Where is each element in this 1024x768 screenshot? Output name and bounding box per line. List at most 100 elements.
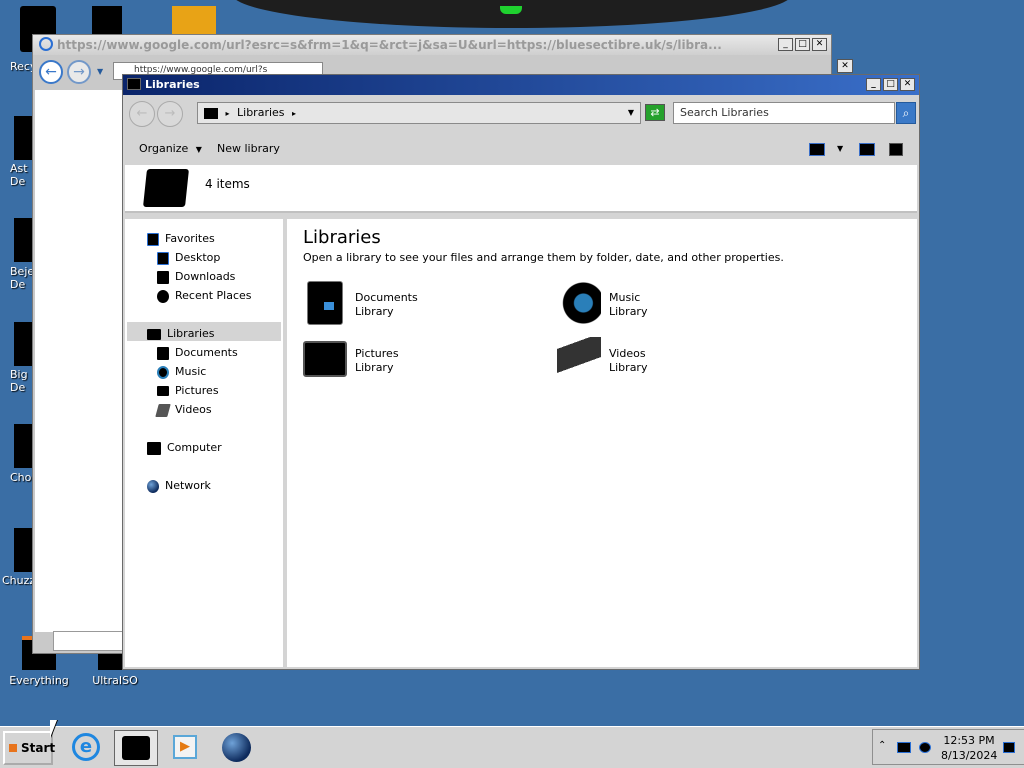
address-dropdown-icon[interactable]: ▼ bbox=[628, 103, 634, 123]
maximize-button[interactable]: □ bbox=[883, 78, 898, 91]
internet-explorer-icon: e bbox=[72, 733, 100, 761]
taskbar-media-player[interactable]: ▶ bbox=[164, 730, 208, 766]
desktop-app-icon-2[interactable] bbox=[14, 218, 34, 262]
page-title: Libraries bbox=[303, 227, 381, 248]
music-icon bbox=[157, 365, 169, 379]
breadcrumb-libraries[interactable]: Libraries bbox=[237, 106, 285, 119]
refresh-icon[interactable]: ⇄ bbox=[645, 104, 665, 121]
volume-icon[interactable] bbox=[919, 742, 931, 753]
library-type: Library bbox=[355, 305, 394, 318]
library-type: Library bbox=[609, 361, 648, 374]
back-icon[interactable]: ← bbox=[39, 60, 63, 84]
taskbar-internet-explorer[interactable]: e bbox=[64, 730, 108, 766]
nav-item-music[interactable]: Music bbox=[157, 362, 206, 381]
search-icon[interactable]: ⌕ bbox=[896, 102, 916, 124]
explorer-icon bbox=[122, 736, 150, 760]
libraries-icon bbox=[204, 107, 218, 119]
tab-close-button[interactable]: ✕ bbox=[837, 59, 853, 73]
library-type: Library bbox=[355, 361, 394, 374]
explorer-nav-bar: ← → ▸ Libraries ▸ ▼ ⇄ Search Libraries ⌕ bbox=[127, 99, 916, 129]
music-library-icon bbox=[557, 281, 601, 325]
organize-label: Organize bbox=[139, 142, 189, 155]
nav-item-videos[interactable]: Videos bbox=[155, 400, 212, 419]
nav-label: Libraries bbox=[167, 327, 215, 340]
close-button[interactable]: ✕ bbox=[900, 78, 915, 91]
taskbar-globe-app[interactable] bbox=[214, 730, 258, 766]
action-center-icon[interactable] bbox=[897, 742, 911, 753]
nav-item-downloads[interactable]: Downloads bbox=[157, 267, 235, 286]
show-hidden-icons-icon[interactable]: ⌃ bbox=[878, 740, 886, 751]
library-item-music[interactable]: Music Library bbox=[557, 281, 757, 327]
nav-item-pictures[interactable]: Pictures bbox=[157, 381, 219, 400]
nav-label: Documents bbox=[175, 346, 238, 359]
documents-library-icon bbox=[307, 281, 343, 325]
desktop-app-icon-4[interactable] bbox=[14, 424, 34, 468]
explorer-title-bar[interactable]: Libraries _ □ ✕ bbox=[123, 75, 919, 95]
desktop-icon-label: Everything bbox=[9, 674, 69, 687]
forward-icon[interactable]: → bbox=[157, 101, 183, 127]
nav-item-computer[interactable]: Computer bbox=[147, 438, 222, 457]
desktop-app-icon-5[interactable] bbox=[14, 528, 34, 572]
library-type: Library bbox=[609, 305, 648, 318]
libraries-icon bbox=[127, 78, 141, 90]
search-input[interactable]: Search Libraries bbox=[673, 102, 895, 124]
preview-pane-icon[interactable] bbox=[859, 143, 875, 156]
videos-library-icon bbox=[557, 337, 601, 381]
breadcrumb-chevron-icon[interactable]: ▸ bbox=[292, 109, 296, 118]
system-tray: ⌃ 12:53 PM 8/13/2024 bbox=[872, 729, 1024, 765]
explorer-window[interactable]: Libraries _ □ ✕ ← → ▸ Libraries ▸ ▼ ⇄ Se… bbox=[122, 74, 920, 670]
nav-item-network[interactable]: Network bbox=[147, 476, 211, 495]
nav-item-favorites[interactable]: Favorites bbox=[147, 229, 215, 248]
organize-button[interactable]: Organize ▼ bbox=[139, 137, 202, 162]
change-view-icon[interactable] bbox=[809, 143, 825, 156]
taskbar-windows-explorer[interactable] bbox=[114, 730, 158, 766]
desktop-app-icon-1[interactable] bbox=[14, 116, 34, 160]
desktop-top-ornament bbox=[232, 0, 792, 28]
new-library-button[interactable]: New library bbox=[217, 137, 280, 161]
browser-title-url: https://www.google.com/url?esrc=s&frm=1&… bbox=[57, 38, 722, 52]
recent-places-icon bbox=[157, 289, 169, 303]
item-count: 4 items bbox=[205, 177, 250, 191]
desktop-icon bbox=[157, 251, 169, 265]
downloads-icon bbox=[157, 270, 169, 284]
nav-item-documents[interactable]: Documents bbox=[157, 343, 238, 362]
back-icon[interactable]: ← bbox=[129, 101, 155, 127]
nav-item-libraries[interactable]: Libraries bbox=[147, 324, 215, 343]
start-button[interactable]: Start bbox=[3, 731, 55, 765]
show-desktop-icon[interactable] bbox=[1003, 742, 1015, 753]
page-description: Open a library to see your files and arr… bbox=[303, 251, 784, 264]
nav-item-desktop[interactable]: Desktop bbox=[157, 248, 220, 267]
minimize-button[interactable]: _ bbox=[778, 38, 793, 51]
content-pane: Libraries Open a library to see your fil… bbox=[287, 219, 917, 667]
desktop-icon-label: UltraISO bbox=[92, 674, 138, 687]
nav-label: Computer bbox=[167, 441, 222, 454]
videos-icon bbox=[155, 403, 171, 417]
nav-label: Pictures bbox=[175, 384, 219, 397]
desktop-app-icon-3[interactable] bbox=[14, 322, 34, 366]
clock-time: 12:53 PM bbox=[943, 734, 995, 747]
navigation-pane: Favorites Desktop Downloads Recent Place… bbox=[125, 219, 283, 667]
command-bar: Organize ▼ New library ▼ bbox=[125, 137, 917, 161]
breadcrumb-chevron-icon[interactable]: ▸ bbox=[226, 109, 230, 118]
browser-title-bar[interactable]: https://www.google.com/url?esrc=s&frm=1&… bbox=[33, 35, 831, 55]
details-header: 4 items bbox=[125, 165, 917, 213]
taskbar: Start e ▶ ⌃ 12:53 PM 8/13/2024 bbox=[0, 726, 1024, 768]
library-item-pictures[interactable]: Pictures Library bbox=[303, 337, 503, 383]
nav-label: Downloads bbox=[175, 270, 236, 283]
nav-item-recent-places[interactable]: Recent Places bbox=[157, 286, 252, 305]
desktop-folder-icon[interactable] bbox=[92, 6, 122, 34]
clock[interactable]: 12:53 PM 8/13/2024 bbox=[941, 733, 997, 763]
library-name: Documents bbox=[355, 291, 418, 304]
clock-date: 8/13/2024 bbox=[941, 749, 998, 762]
help-icon[interactable] bbox=[889, 143, 903, 156]
library-item-documents[interactable]: Documents Library bbox=[303, 281, 503, 327]
forward-icon[interactable]: → bbox=[67, 60, 91, 84]
recent-pages-chevron-icon[interactable]: ▼ bbox=[97, 67, 103, 76]
close-button[interactable]: ✕ bbox=[812, 38, 827, 51]
view-options-chevron-icon[interactable]: ▼ bbox=[837, 137, 843, 161]
desktop-app-icon-top[interactable] bbox=[172, 6, 216, 34]
address-breadcrumb[interactable]: ▸ Libraries ▸ ▼ bbox=[197, 102, 641, 124]
library-item-videos[interactable]: Videos Library bbox=[557, 337, 757, 383]
minimize-button[interactable]: _ bbox=[866, 78, 881, 91]
maximize-button[interactable]: □ bbox=[795, 38, 810, 51]
